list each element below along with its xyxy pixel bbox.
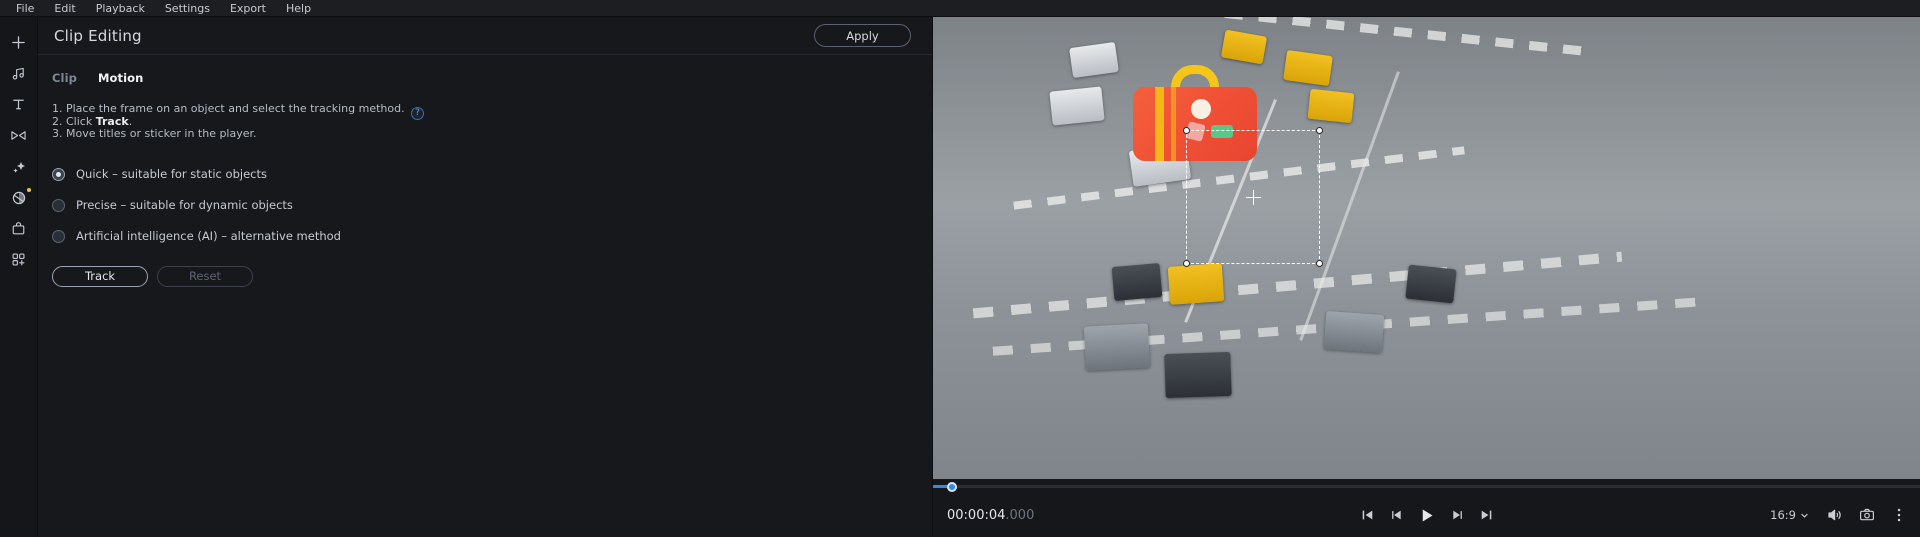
video-player: 00:00:04.000 16:9	[933, 17, 1920, 537]
play-button[interactable]	[1418, 507, 1435, 524]
menu-item-help[interactable]: Help	[276, 0, 321, 17]
radio-option-quick[interactable]: Quick – suitable for static objects	[52, 159, 918, 190]
suitcase-tag-round-icon	[1191, 99, 1211, 119]
effects-sparkle-icon[interactable]	[0, 151, 38, 182]
timecode-milliseconds: .000	[1005, 507, 1035, 523]
radio-option-precise[interactable]: Precise – suitable for dynamic objects	[52, 190, 918, 221]
panel-body: Clip Motion 1. Place the frame on an obj…	[38, 55, 932, 537]
player-controls-row: 00:00:04.000 16:9	[933, 493, 1920, 537]
radio-option-ai[interactable]: Artificial intelligence (AI) – alternati…	[52, 221, 918, 252]
jump-to-start-button[interactable]	[1360, 508, 1374, 522]
radio-indicator-quick[interactable]	[52, 167, 65, 181]
tracking-handle-top-left[interactable]	[1183, 127, 1190, 134]
scrubber-handle[interactable]	[947, 481, 957, 492]
step-forward-button[interactable]	[1450, 508, 1464, 522]
radio-label-precise: Precise – suitable for dynamic objects	[76, 198, 293, 213]
instruction-step-2-bold: Track	[95, 114, 129, 128]
tracking-handle-bottom-left[interactable]	[1183, 260, 1190, 267]
add-media-icon[interactable]	[0, 27, 38, 58]
video-frame-image	[933, 17, 1920, 479]
apply-button[interactable]: Apply	[814, 24, 911, 47]
action-button-row: Track Reset	[38, 252, 932, 287]
menu-item-export[interactable]: Export	[220, 0, 276, 17]
radio-label-quick: Quick – suitable for static objects	[76, 167, 267, 182]
transport-controls	[1360, 507, 1493, 524]
jump-to-end-button[interactable]	[1479, 508, 1493, 522]
chevron-down-icon	[1801, 513, 1808, 518]
tracking-handle-top-right[interactable]	[1316, 127, 1323, 134]
radio-indicator-precise[interactable]	[52, 198, 65, 212]
transitions-icon[interactable]	[0, 120, 38, 151]
clip-editing-panel: Clip Editing Apply Clip Motion 1. Place …	[38, 17, 933, 537]
menu-bar: File Edit Playback Settings Export Help	[0, 0, 1920, 17]
reset-button: Reset	[157, 265, 253, 287]
tracking-method-group: Quick – suitable for static objects Prec…	[38, 159, 932, 252]
tracking-center-crosshair-icon[interactable]	[1246, 190, 1261, 205]
app-body: Clip Editing Apply Clip Motion 1. Place …	[0, 17, 1920, 537]
instruction-step-2-prefix: 2. Click	[52, 114, 96, 128]
snapshot-camera-icon[interactable]	[1859, 507, 1875, 523]
radio-indicator-ai[interactable]	[52, 229, 65, 243]
page-title: Clip Editing	[54, 26, 142, 45]
timeline-scrubber[interactable]	[933, 481, 1920, 492]
audio-music-icon[interactable]	[0, 58, 38, 89]
menu-item-playback[interactable]: Playback	[86, 0, 155, 17]
player-control-bar: 00:00:04.000 16:9	[933, 479, 1920, 537]
tracking-frame[interactable]	[1183, 127, 1323, 267]
filters-update-badge	[26, 188, 31, 192]
panel-tabs: Clip Motion	[38, 71, 932, 85]
menu-item-settings[interactable]: Settings	[155, 0, 220, 17]
tool-rail	[0, 17, 38, 537]
filters-icon[interactable]	[0, 182, 38, 213]
timecode-main: 00:00:04	[947, 507, 1006, 523]
player-right-controls: 16:9	[1770, 507, 1906, 523]
suitcase-strap-secondary-icon	[1171, 87, 1176, 161]
instructions-list: 1. Place the frame on an object and sele…	[38, 102, 932, 141]
suitcase-strap-icon	[1155, 87, 1164, 161]
track-button[interactable]: Track	[52, 265, 148, 287]
titles-text-icon[interactable]	[0, 89, 38, 120]
more-options-icon[interactable]	[1892, 507, 1906, 523]
help-question-icon[interactable]: ?	[411, 107, 424, 120]
menu-item-file[interactable]: File	[6, 0, 44, 17]
instruction-step-2-suffix: .	[128, 114, 133, 128]
aspect-ratio-selector[interactable]: 16:9	[1770, 508, 1809, 522]
timecode-display: 00:00:04.000	[947, 508, 1034, 523]
tracking-handle-bottom-right[interactable]	[1316, 260, 1323, 267]
radio-label-ai: Artificial intelligence (AI) – alternati…	[76, 229, 341, 244]
video-canvas[interactable]	[933, 17, 1920, 479]
volume-icon[interactable]	[1826, 507, 1842, 523]
more-tools-grid-icon[interactable]	[0, 244, 38, 275]
stickers-icon[interactable]	[0, 213, 38, 244]
tab-motion[interactable]: Motion	[98, 71, 143, 85]
menu-item-edit[interactable]: Edit	[44, 0, 85, 17]
instruction-step-3: 3. Move titles or sticker in the player.	[52, 127, 257, 141]
step-back-button[interactable]	[1389, 508, 1403, 522]
tab-clip[interactable]: Clip	[52, 71, 77, 85]
aspect-ratio-value: 16:9	[1770, 508, 1796, 522]
app-window: File Edit Playback Settings Export Help	[0, 0, 1920, 537]
panel-header: Clip Editing Apply	[38, 17, 932, 55]
instruction-step-1: 1. Place the frame on an object and sele…	[52, 102, 405, 115]
